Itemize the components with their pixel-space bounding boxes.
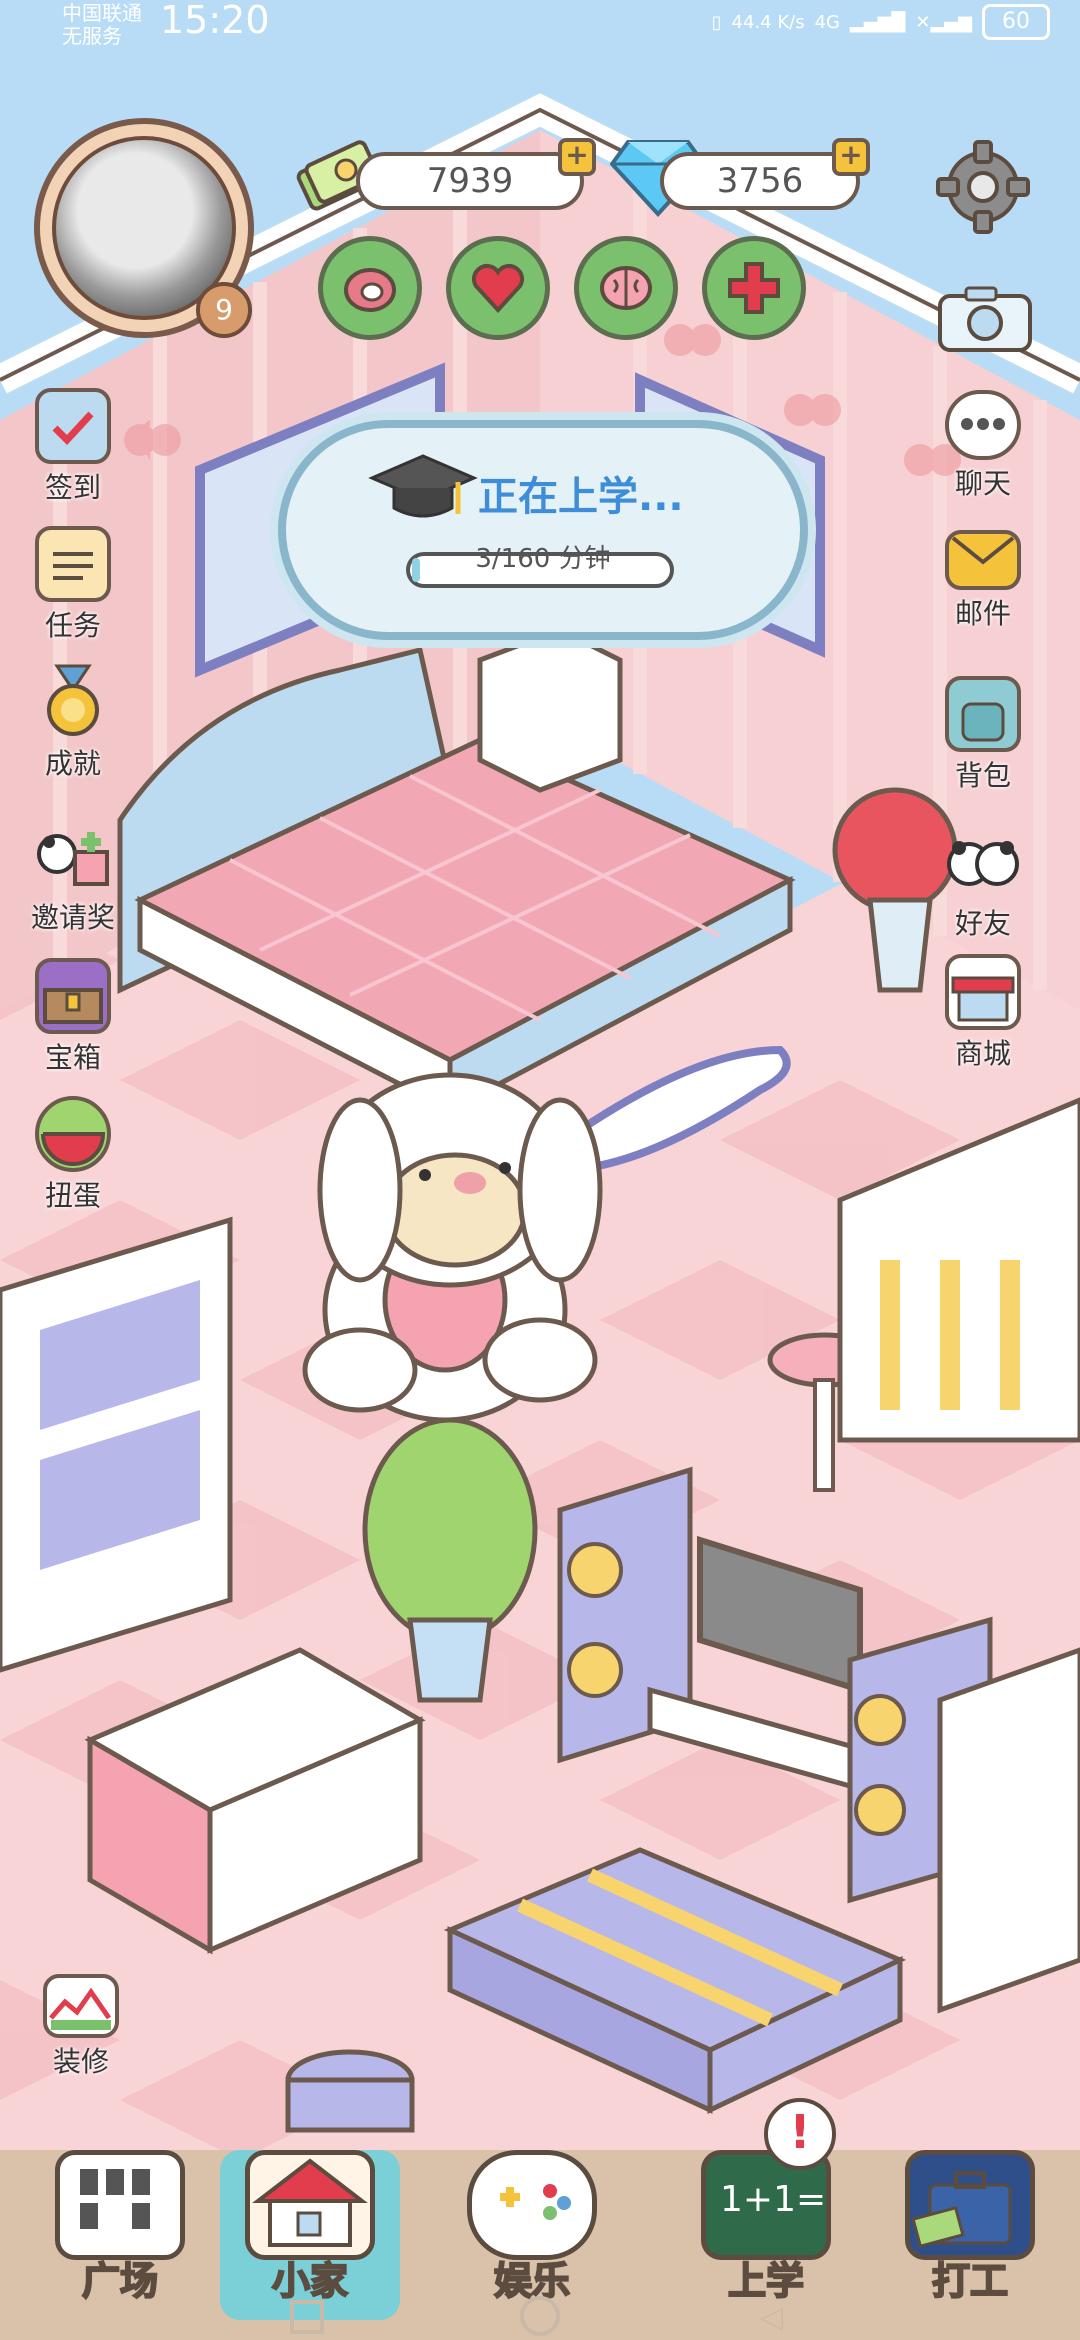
- sidebar-item-backpack[interactable]: 背包: [928, 676, 1038, 794]
- sidebar-item-label: 邀请奖: [30, 901, 115, 934]
- status-bar: 中国联通 无服务 15:20 ▯ 44.4 K/s 4G ▂▄▆█ ✕▂▄▆ 6…: [0, 0, 1080, 56]
- room-illustration: [0, 0, 1080, 2340]
- no-signal-icon: ✕▂▄▆: [915, 11, 972, 33]
- intelligence-stat[interactable]: [574, 236, 678, 340]
- nav-school[interactable]: 1+1=? 上学 !: [676, 2098, 856, 2320]
- svg-text:1+1=?: 1+1=?: [720, 2179, 826, 2220]
- net-speed: 44.4 K/s: [731, 11, 805, 33]
- sidebar-item-invite[interactable]: 邀请奖: [18, 818, 128, 936]
- nav-plaza[interactable]: 广场: [30, 2150, 210, 2320]
- add-diamonds-button[interactable]: +: [832, 138, 870, 176]
- diamond-balance: 3756: [660, 152, 860, 210]
- alert-icon: !: [764, 2098, 836, 2170]
- briefcase-icon: [905, 2150, 1035, 2260]
- mood-stat[interactable]: [446, 236, 550, 340]
- network-type: 4G: [814, 11, 840, 33]
- school-status-title: 正在上学...: [478, 474, 684, 520]
- settings-gear-icon[interactable]: [934, 138, 1032, 236]
- nav-label: 小家: [271, 2258, 349, 2304]
- home-icon: [245, 2150, 375, 2260]
- coin-balance: 7939: [356, 152, 584, 210]
- system-back-icon[interactable]: ◁: [760, 2300, 800, 2336]
- treasure-chest-icon: [35, 958, 111, 1034]
- nav-entertainment[interactable]: 娱乐: [442, 2150, 622, 2320]
- sidebar-item-achievements[interactable]: 成就: [18, 664, 128, 782]
- shop-icon: [945, 954, 1021, 1030]
- camera-icon[interactable]: [936, 284, 1034, 354]
- add-coins-button[interactable]: +: [558, 138, 596, 176]
- sidebar-item-friends[interactable]: 好友: [928, 824, 1038, 942]
- nav-label: 上学: [727, 2258, 805, 2304]
- school-progress-text: 3/160 分钟: [475, 544, 611, 574]
- sidebar-item-shop[interactable]: 商城: [928, 954, 1038, 1072]
- sidebar-item-label: 邮件: [954, 597, 1011, 630]
- sidebar-item-label: 商城: [954, 1037, 1011, 1070]
- task-clipboard-icon: [35, 526, 111, 602]
- clock: 15:20: [160, 0, 270, 42]
- sidebar-item-label: 成就: [44, 747, 101, 780]
- heart-icon: [465, 255, 531, 321]
- brain-icon: [593, 255, 659, 321]
- health-cross-icon: [721, 255, 787, 321]
- status-indicators: ▯ 44.4 K/s 4G ▂▄▆█ ✕▂▄▆ 60: [712, 4, 1050, 40]
- sidebar-item-checkin[interactable]: 签到: [18, 388, 128, 506]
- chat-bubble-icon: [945, 390, 1021, 460]
- hunger-stat[interactable]: [318, 236, 422, 340]
- nav-label: 广场: [81, 2258, 159, 2304]
- nav-home[interactable]: 小家: [220, 2150, 400, 2320]
- sidebar-item-label: 宝箱: [44, 1041, 101, 1074]
- sidebar-item-mail[interactable]: 邮件: [928, 530, 1038, 632]
- sidebar-item-label: 扭蛋: [44, 1179, 101, 1212]
- sidebar-item-treasure[interactable]: 宝箱: [18, 958, 128, 1076]
- gamepad-icon: [467, 2150, 597, 2260]
- sidebar-item-gacha[interactable]: 扭蛋: [18, 1096, 128, 1214]
- health-stat[interactable]: [702, 236, 806, 340]
- system-home-icon[interactable]: [520, 2296, 560, 2336]
- medal-icon: [35, 664, 111, 740]
- nav-label: 打工: [931, 2258, 1009, 2304]
- friends-icon: [945, 824, 1021, 900]
- sidebar-item-label: 装修: [52, 2045, 109, 2078]
- decorate-icon: [43, 1974, 119, 2038]
- signal-icon: ▂▄▆█: [850, 11, 906, 33]
- sidebar-item-label: 好友: [954, 907, 1011, 940]
- sidebar-item-label: 聊天: [954, 467, 1011, 500]
- banner-frame: [278, 420, 808, 640]
- sidebar-item-label: 背包: [954, 759, 1011, 792]
- sidebar-item-tasks[interactable]: 任务: [18, 526, 128, 644]
- meat-icon: [337, 255, 403, 321]
- level-badge: 9: [196, 282, 252, 338]
- school-status-banner[interactable]: 正在上学... 3/160 分钟: [278, 420, 808, 640]
- nav-work[interactable]: 打工: [880, 2150, 1060, 2320]
- sidebar-item-decorate[interactable]: 装修: [26, 1974, 136, 2080]
- sidebar-item-chat[interactable]: 聊天: [928, 390, 1038, 502]
- room-scene: [0, 0, 1080, 2340]
- gacha-icon: [35, 1096, 111, 1172]
- carrier-service: 无服务: [62, 24, 122, 48]
- system-recents-icon[interactable]: [290, 2300, 324, 2334]
- graduation-cap-icon: [368, 450, 478, 530]
- sidebar-item-label: 任务: [44, 609, 101, 642]
- sidebar-item-label: 签到: [44, 471, 101, 504]
- checkin-calendar-icon: [35, 388, 111, 464]
- battery-indicator: 60: [982, 4, 1050, 40]
- gift-icon: [35, 818, 111, 894]
- backpack-icon: [945, 676, 1021, 752]
- vibrate-icon: ▯: [711, 11, 722, 33]
- plaza-icon: [55, 2150, 185, 2260]
- mail-icon: [945, 530, 1021, 590]
